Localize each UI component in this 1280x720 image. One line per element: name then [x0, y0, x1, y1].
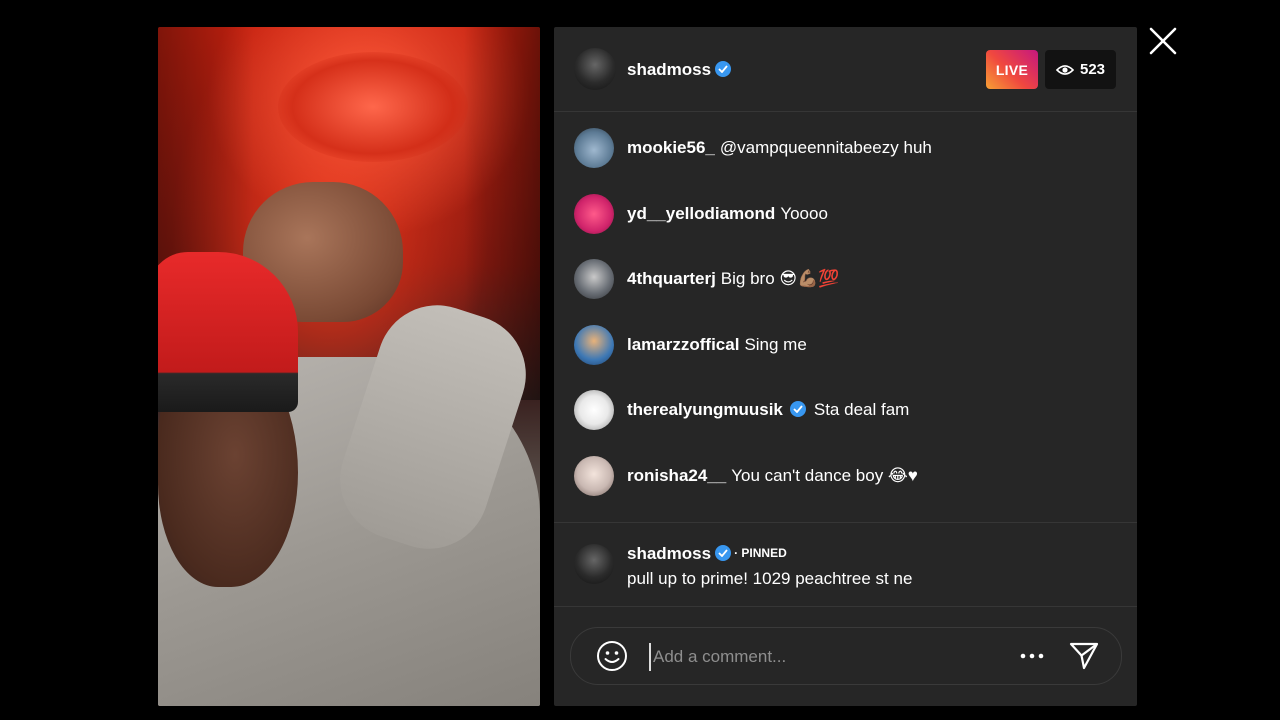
live-video: [158, 27, 540, 706]
video-wall-art: [278, 52, 468, 162]
pinned-comment: shadmoss · PINNED pull up to prime! 1029 …: [554, 522, 1137, 607]
host-avatar[interactable]: [574, 48, 616, 90]
close-button[interactable]: [1147, 25, 1179, 57]
comment-text: therealyungmuusik Sta deal fam: [627, 400, 909, 420]
commenter-username[interactable]: 4thquarterj: [627, 269, 716, 288]
comment-text: 4thquarterj Big bro 😎💪🏽💯: [627, 269, 839, 289]
comment-item: mookie56_ @vampqueennitabeezy huh: [574, 128, 1114, 168]
live-header: shadmoss LIVE 523: [554, 27, 1137, 112]
comment-message: Sta deal fam: [813, 400, 910, 419]
verified-badge-icon: [789, 400, 806, 417]
comment-item: 4thquarterj Big bro 😎💪🏽💯: [574, 259, 1114, 299]
commenter-avatar[interactable]: [574, 456, 614, 496]
pinned-avatar[interactable]: [574, 544, 614, 584]
pinned-header: shadmoss · PINNED: [627, 544, 787, 564]
comment-message: Sing me: [744, 335, 807, 354]
commenter-avatar[interactable]: [574, 128, 614, 168]
viewer-count: 523: [1079, 61, 1106, 78]
eye-icon: [1055, 64, 1074, 75]
commenter-avatar[interactable]: [574, 194, 614, 234]
comment-text: mookie56_ @vampqueennitabeezy huh: [627, 138, 932, 158]
live-badge: LIVE: [986, 50, 1038, 89]
commenter-username[interactable]: lamarzzoffical: [627, 335, 739, 354]
comment-message: You can't dance boy 😂♥: [731, 466, 918, 485]
commenter-username[interactable]: yd__yellodiamond: [627, 204, 775, 223]
send-icon: [1069, 642, 1099, 670]
send-button[interactable]: [1068, 640, 1100, 672]
commenter-username[interactable]: mookie56_: [627, 138, 715, 157]
comment-text: yd__yellodiamond Yoooo: [627, 204, 828, 224]
verified-badge-icon: [715, 544, 732, 561]
close-icon: [1149, 27, 1177, 55]
comment-item: ronisha24__ You can't dance boy 😂♥: [574, 456, 1114, 496]
commenter-avatar[interactable]: [574, 390, 614, 430]
emoji-icon: [597, 641, 627, 671]
live-panel: shadmoss LIVE 523 mookie56_ @vampqueennit…: [554, 27, 1137, 706]
comment-item: lamarzzoffical Sing me: [574, 325, 1114, 365]
pinned-tag: · PINNED: [734, 545, 787, 560]
commenter-avatar[interactable]: [574, 259, 614, 299]
comment-message: @vampqueennitabeezy huh: [719, 138, 932, 157]
commenter-username[interactable]: therealyungmuusik: [627, 400, 783, 419]
commenter-avatar[interactable]: [574, 325, 614, 365]
verified-badge-icon: [715, 61, 731, 77]
comment-composer: [570, 627, 1122, 685]
emoji-button[interactable]: [596, 640, 628, 672]
comment-message: Yoooo: [780, 204, 828, 223]
more-icon: [1020, 653, 1044, 659]
viewer-count-badge: 523: [1045, 50, 1116, 89]
comment-message: Big bro 😎💪🏽💯: [720, 269, 840, 288]
comment-text: ronisha24__ You can't dance boy 😂♥: [627, 466, 918, 486]
comment-text: lamarzzoffical Sing me: [627, 335, 807, 355]
pinned-message: pull up to prime! 1029 peachtree st ne: [627, 569, 913, 588]
pinned-username[interactable]: shadmoss: [627, 544, 711, 563]
comment-item: therealyungmuusik Sta deal fam: [574, 390, 1114, 430]
more-options-button[interactable]: [1020, 646, 1044, 666]
comment-list: mookie56_ @vampqueennitabeezy huh yd__yel…: [554, 112, 1137, 522]
comment-input[interactable]: [649, 643, 995, 671]
host-username[interactable]: shadmoss: [627, 60, 711, 80]
comment-item: yd__yellodiamond Yoooo: [574, 194, 1114, 234]
commenter-username[interactable]: ronisha24__: [627, 466, 726, 485]
